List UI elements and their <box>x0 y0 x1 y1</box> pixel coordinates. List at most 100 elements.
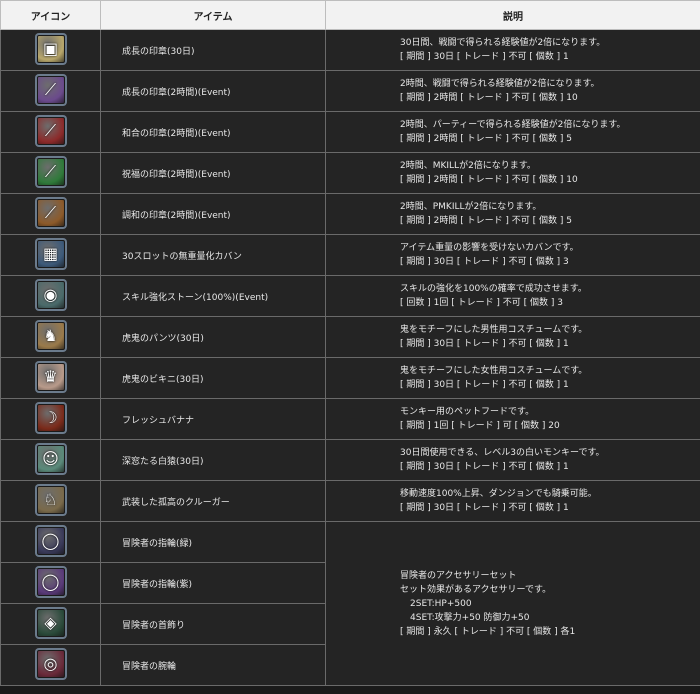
item-name: フレッシュバナナ <box>100 398 326 440</box>
header-item: アイテム <box>100 0 326 30</box>
description-spec: [ 期間 ] 1回 [ トレード ] 可 [ 個数 ] 20 <box>400 421 560 431</box>
item-icon-cell: ⟋ <box>0 152 101 194</box>
item-icon-cell: ◯ <box>0 521 101 563</box>
item-description: 2時間、パーティーで得られる経験値が2倍になります。 [ 期間 ] 2時間 [ ト… <box>325 111 700 153</box>
tiger-bikini-icon: ♛ <box>34 360 67 393</box>
description-spec: [ 期間 ] 30日 [ トレード ] 不可 [ 個数 ] 1 <box>400 503 569 513</box>
table-row: ⟋ 成長の印章(2時間)(Event) 2時間、戦闘で得られる経験値が2倍になります… <box>0 70 700 112</box>
item-description: 鬼をモチーフにした女性用コスチュームです。 [ 期間 ] 30日 [ トレード ]… <box>325 357 700 399</box>
table-row: ☺ 深窓たる白猿(30日) 30日間使用できる、レベル3の白いモンキーです。 [ 期間… <box>0 439 700 481</box>
table-row: ♛ 虎鬼のビキニ(30日) 鬼をモチーフにした女性用コスチュームです。 [ 期間 ] … <box>0 357 700 399</box>
description-text: アイテム重量の影響を受けないカバンです。 <box>400 243 579 253</box>
icon-glyph: ▣ <box>42 39 59 58</box>
set-title: 冒険者のアクセサリーセット <box>400 570 517 581</box>
description-text: 2時間、戦闘で得られる経験値が2倍になります。 <box>400 79 600 89</box>
item-name: 祝福の印章(2時間)(Event) <box>100 152 326 194</box>
header-description: 説明 <box>325 0 700 30</box>
description-text: 移動速度100%上昇、ダンジョンでも騎乗可能。 <box>400 489 597 499</box>
description-text: スキルの強化を100%の確率で成功させます。 <box>400 284 587 294</box>
item-name: 和合の印章(2時間)(Event) <box>100 111 326 153</box>
header-icon: アイコン <box>0 0 101 30</box>
icon-glyph: ☽ <box>43 408 58 427</box>
item-name: 冒険者の腕輪 <box>100 644 326 686</box>
description-spec: [ 期間 ] 30日 [ トレード ] 不可 [ 個数 ] 1 <box>400 339 569 349</box>
icon-glyph: ◉ <box>43 285 58 304</box>
icon-glyph: ◎ <box>43 654 58 673</box>
item-name: 冒険者の指輪(紫) <box>100 562 326 604</box>
bracelet-icon: ◎ <box>34 647 67 680</box>
item-name: 30スロットの無重量化カバン <box>100 234 326 276</box>
icon-glyph: ⟋ <box>44 202 57 222</box>
accessory-set-description: 冒険者のアクセサリーセットセット効果があるアクセサリーです。 2SET:HP+50… <box>325 521 700 686</box>
icon-glyph: ☺ <box>42 449 59 468</box>
item-icon-cell: ♘ <box>0 480 101 522</box>
item-name: 調和の印章(2時間)(Event) <box>100 193 326 235</box>
description-text: 2時間、パーティーで得られる経験値が2倍になります。 <box>400 120 626 130</box>
description-text: 鬼をモチーフにした女性用コスチュームです。 <box>400 366 588 376</box>
icon-glyph: ♘ <box>43 490 58 509</box>
table-row: ♞ 虎鬼のパンツ(30日) 鬼をモチーフにした男性用コスチュームです。 [ 期間 ] … <box>0 316 700 358</box>
description-spec: [ 期間 ] 30日 [ トレード ] 不可 [ 個数 ] 1 <box>400 380 569 390</box>
table-row: ◯ 冒険者の指輪(緑) 冒険者のアクセサリーセット セット効果があるアクセサリーです。… <box>0 521 700 686</box>
green-seal-icon: ⟋ <box>34 155 67 188</box>
item-icon-cell: ◉ <box>0 275 101 317</box>
item-icon-cell: ⟋ <box>0 111 101 153</box>
item-description: 移動速度100%上昇、ダンジョンでも騎乗可能。 [ 期間 ] 30日 [ トレード… <box>325 480 700 522</box>
description-text: 2時間、MKILLが2倍になります。 <box>400 161 536 171</box>
monkey-icon: ☺ <box>34 442 67 475</box>
description-text: 30日間使用できる、レベル3の白いモンキーです。 <box>400 448 605 458</box>
set-subtitle: セット効果があるアクセサリーです。 <box>400 584 552 595</box>
item-icon-cell: ▦ <box>0 234 101 276</box>
description-spec: [ 期間 ] 30日 [ トレード ] 不可 [ 個数 ] 1 <box>400 462 569 472</box>
icon-glyph: ♞ <box>43 326 58 345</box>
item-name: スキル強化ストーン(100%)(Event) <box>100 275 326 317</box>
table-row: ◉ スキル強化ストーン(100%)(Event) スキルの強化を100%の確率で成功… <box>0 275 700 317</box>
table-row: ▣ 成長の印章(30日) 30日間、戦闘で得られる経験値が2倍になります。 [ 期間 … <box>0 29 700 71</box>
table-header-row: アイコン アイテム 説明 <box>0 0 700 30</box>
table-row: ☽ フレッシュバナナ モンキー用のペットフードです。 [ 期間 ] 1回 [ トレード… <box>0 398 700 440</box>
item-description: 30日間使用できる、レベル3の白いモンキーです。 [ 期間 ] 30日 [ トレー… <box>325 439 700 481</box>
description-spec: [ 期間 ] 30日 [ トレード ] 不可 [ 個数 ] 1 <box>400 52 569 62</box>
item-description: 鬼をモチーフにした男性用コスチュームです。 [ 期間 ] 30日 [ トレード ]… <box>325 316 700 358</box>
item-description: 2時間、MKILLが2倍になります。 [ 期間 ] 2時間 [ トレード ] 不可… <box>325 152 700 194</box>
item-table: アイコン アイテム 説明 ▣ 成長の印章(30日) 30日間、戦闘で得られる経験値が… <box>0 0 700 686</box>
item-icon-cell: ⟋ <box>0 193 101 235</box>
necklace-icon: ◈ <box>34 606 67 639</box>
table-row: ⟋ 調和の印章(2時間)(Event) 2時間、PMKILLが2倍になります。 [ 期… <box>0 193 700 235</box>
set-bonus-4: 4SET:攻撃力+50 防御力+50 <box>410 612 530 623</box>
description-spec: [ 期間 ] 2時間 [ トレード ] 不可 [ 個数 ] 10 <box>400 175 578 185</box>
item-description: スキルの強化を100%の確率で成功させます。 [ 回数 ] 1回 [ トレード ]… <box>325 275 700 317</box>
item-description: 30日間、戦闘で得られる経験値が2倍になります。 [ 期間 ] 30日 [ トレー… <box>325 29 700 71</box>
item-icon-cell: ♞ <box>0 316 101 358</box>
tiger-pants-icon: ♞ <box>34 319 67 352</box>
item-icon-cell: ♛ <box>0 357 101 399</box>
item-icon-cell: ▣ <box>0 29 101 71</box>
banana-icon: ☽ <box>34 401 67 434</box>
enhance-stone-icon: ◉ <box>34 278 67 311</box>
purple-seal-icon: ⟋ <box>34 73 67 106</box>
red-seal-icon: ⟋ <box>34 114 67 147</box>
item-description: 2時間、戦闘で得られる経験値が2倍になります。 [ 期間 ] 2時間 [ トレード… <box>325 70 700 112</box>
description-spec: [ 回数 ] 1回 [ トレード ] 不可 [ 個数 ] 3 <box>400 298 563 308</box>
item-name: 冒険者の指輪(緑) <box>100 521 326 563</box>
table-row: ⟋ 祝福の印章(2時間)(Event) 2時間、MKILLが2倍になります。 [ 期間… <box>0 152 700 194</box>
item-icon-cell: ◈ <box>0 603 101 645</box>
description-text: 鬼をモチーフにした男性用コスチュームです。 <box>400 325 588 335</box>
item-icon-cell: ☽ <box>0 398 101 440</box>
description-spec: [ 期間 ] 2時間 [ トレード ] 不可 [ 個数 ] 5 <box>400 216 572 226</box>
item-icon-cell: ☺ <box>0 439 101 481</box>
icon-glyph: ◯ <box>41 531 60 550</box>
item-name: 武装した孤高のクルーガー <box>100 480 326 522</box>
table-row: ♘ 武装した孤高のクルーガー 移動速度100%上昇、ダンジョンでも騎乗可能。 [ 期間… <box>0 480 700 522</box>
item-description: アイテム重量の影響を受けないカバンです。 [ 期間 ] 30日 [ トレード ] … <box>325 234 700 276</box>
set-bonus-2: 2SET:HP+500 <box>410 598 472 609</box>
description-text: 2時間、PMKILLが2倍になります。 <box>400 202 542 212</box>
dragon-mount-icon: ♘ <box>34 483 67 516</box>
item-name: 成長の印章(2時間)(Event) <box>100 70 326 112</box>
table-row: ⟋ 和合の印章(2時間)(Event) 2時間、パーティーで得られる経験値が2倍にな… <box>0 111 700 153</box>
set-spec: [ 期間 ] 永久 [ トレード ] 不可 [ 個数 ] 各1 <box>400 626 576 637</box>
description-spec: [ 期間 ] 30日 [ トレード ] 不可 [ 個数 ] 3 <box>400 257 569 267</box>
item-icon-cell: ◯ <box>0 562 101 604</box>
ring-green-icon: ◯ <box>34 524 67 557</box>
item-name: 成長の印章(30日) <box>100 29 326 71</box>
